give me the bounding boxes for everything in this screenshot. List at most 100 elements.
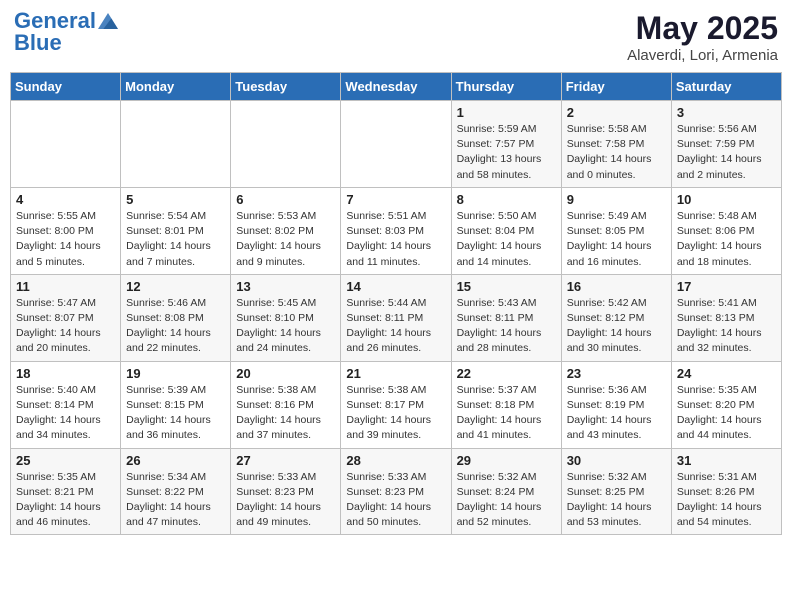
day-info: Sunrise: 5:51 AMSunset: 8:03 PMDaylight:…: [346, 209, 445, 270]
day-number: 1: [457, 105, 556, 120]
day-info: Sunrise: 5:39 AMSunset: 8:15 PMDaylight:…: [126, 383, 225, 444]
day-info: Sunrise: 5:41 AMSunset: 8:13 PMDaylight:…: [677, 296, 776, 357]
day-number: 28: [346, 453, 445, 468]
calendar-cell: 25 Sunrise: 5:35 AMSunset: 8:21 PMDayligh…: [11, 448, 121, 535]
day-info: Sunrise: 5:40 AMSunset: 8:14 PMDaylight:…: [16, 383, 115, 444]
calendar-cell: 24Sunrise: 5:35 AMSunset: 8:20 PMDayligh…: [671, 361, 781, 448]
calendar-cell: [341, 101, 451, 188]
calendar-cell: [11, 101, 121, 188]
day-info: Sunrise: 5:38 AMSunset: 8:17 PMDaylight:…: [346, 383, 445, 444]
logo-blue: Blue: [14, 32, 62, 54]
day-number: 24: [677, 366, 776, 381]
day-number: 2: [567, 105, 666, 120]
day-info: Sunrise: 5:37 AMSunset: 8:18 PMDaylight:…: [457, 383, 556, 444]
day-number: 9: [567, 192, 666, 207]
day-number: 13: [236, 279, 335, 294]
day-number: 25: [16, 453, 115, 468]
day-info: Sunrise: 5:33 AMSunset: 8:23 PMDaylight:…: [236, 470, 335, 531]
calendar-col-wednesday: Wednesday: [341, 73, 451, 101]
day-info: Sunrise: 5:33 AMSunset: 8:23 PMDaylight:…: [346, 470, 445, 531]
day-number: 10: [677, 192, 776, 207]
calendar-cell: 22 Sunrise: 5:37 AMSunset: 8:18 PMDayligh…: [451, 361, 561, 448]
day-number: 3: [677, 105, 776, 120]
calendar-cell: 10 Sunrise: 5:48 AMSunset: 8:06 PMDayligh…: [671, 187, 781, 274]
day-info: Sunrise: 5:36 AMSunset: 8:19 PMDaylight:…: [567, 383, 666, 444]
calendar-cell: 18 Sunrise: 5:40 AMSunset: 8:14 PMDayligh…: [11, 361, 121, 448]
calendar-cell: 6 Sunrise: 5:53 AMSunset: 8:02 PMDaylight…: [231, 187, 341, 274]
calendar-cell: [231, 101, 341, 188]
calendar-week-row: 18 Sunrise: 5:40 AMSunset: 8:14 PMDayligh…: [11, 361, 782, 448]
calendar-cell: 19 Sunrise: 5:39 AMSunset: 8:15 PMDayligh…: [121, 361, 231, 448]
day-number: 31: [677, 453, 776, 468]
calendar-cell: 8 Sunrise: 5:50 AMSunset: 8:04 PMDaylight…: [451, 187, 561, 274]
day-number: 11: [16, 279, 115, 294]
day-number: 18: [16, 366, 115, 381]
calendar-col-friday: Friday: [561, 73, 671, 101]
day-number: 23: [567, 366, 666, 381]
calendar-cell: 3 Sunrise: 5:56 AMSunset: 7:59 PMDaylight…: [671, 101, 781, 188]
calendar-cell: 21 Sunrise: 5:38 AMSunset: 8:17 PMDayligh…: [341, 361, 451, 448]
day-info: Sunrise: 5:50 AMSunset: 8:04 PMDaylight:…: [457, 209, 556, 270]
day-info: Sunrise: 5:48 AMSunset: 8:06 PMDaylight:…: [677, 209, 776, 270]
calendar-cell: 30 Sunrise: 5:32 AMSunset: 8:25 PMDayligh…: [561, 448, 671, 535]
day-info: Sunrise: 5:55 AMSunset: 8:00 PMDaylight:…: [16, 209, 115, 270]
day-number: 22: [457, 366, 556, 381]
calendar-cell: 7 Sunrise: 5:51 AMSunset: 8:03 PMDaylight…: [341, 187, 451, 274]
page-header: General Blue May 2025 Alaverdi, Lori, Ar…: [10, 10, 782, 64]
calendar-cell: 26Sunrise: 5:34 AMSunset: 8:22 PMDayligh…: [121, 448, 231, 535]
day-info: Sunrise: 5:49 AMSunset: 8:05 PMDaylight:…: [567, 209, 666, 270]
calendar-cell: 12Sunrise: 5:46 AMSunset: 8:08 PMDayligh…: [121, 274, 231, 361]
day-info: Sunrise: 5:58 AMSunset: 7:58 PMDaylight:…: [567, 122, 666, 183]
calendar-cell: 11Sunrise: 5:47 AMSunset: 8:07 PMDayligh…: [11, 274, 121, 361]
day-number: 21: [346, 366, 445, 381]
day-number: 27: [236, 453, 335, 468]
calendar-week-row: 11Sunrise: 5:47 AMSunset: 8:07 PMDayligh…: [11, 274, 782, 361]
day-info: Sunrise: 5:56 AMSunset: 7:59 PMDaylight:…: [677, 122, 776, 183]
day-info: Sunrise: 5:46 AMSunset: 8:08 PMDaylight:…: [126, 296, 225, 357]
logo: General Blue: [14, 10, 118, 54]
day-number: 6: [236, 192, 335, 207]
day-number: 29: [457, 453, 556, 468]
day-number: 5: [126, 192, 225, 207]
calendar-cell: 5Sunrise: 5:54 AMSunset: 8:01 PMDaylight…: [121, 187, 231, 274]
day-number: 19: [126, 366, 225, 381]
calendar-cell: 14Sunrise: 5:44 AMSunset: 8:11 PMDayligh…: [341, 274, 451, 361]
day-info: Sunrise: 5:31 AMSunset: 8:26 PMDaylight:…: [677, 470, 776, 531]
calendar-col-tuesday: Tuesday: [231, 73, 341, 101]
logo-icon: [98, 11, 118, 31]
day-info: Sunrise: 5:32 AMSunset: 8:24 PMDaylight:…: [457, 470, 556, 531]
calendar-cell: 2 Sunrise: 5:58 AMSunset: 7:58 PMDaylight…: [561, 101, 671, 188]
calendar-col-monday: Monday: [121, 73, 231, 101]
day-number: 30: [567, 453, 666, 468]
calendar-cell: 16Sunrise: 5:42 AMSunset: 8:12 PMDayligh…: [561, 274, 671, 361]
calendar-cell: 23 Sunrise: 5:36 AMSunset: 8:19 PMDayligh…: [561, 361, 671, 448]
day-info: Sunrise: 5:53 AMSunset: 8:02 PMDaylight:…: [236, 209, 335, 270]
calendar-header-row: SundayMondayTuesdayWednesdayThursdayFrid…: [11, 73, 782, 101]
calendar-cell: 27 Sunrise: 5:33 AMSunset: 8:23 PMDayligh…: [231, 448, 341, 535]
logo-text: General: [14, 10, 96, 32]
day-number: 15: [457, 279, 556, 294]
day-info: Sunrise: 5:43 AMSunset: 8:11 PMDaylight:…: [457, 296, 556, 357]
title-block: May 2025 Alaverdi, Lori, Armenia: [627, 10, 778, 64]
day-number: 17: [677, 279, 776, 294]
calendar-body: 1Sunrise: 5:59 AMSunset: 7:57 PMDaylight…: [11, 101, 782, 535]
day-number: 4: [16, 192, 115, 207]
calendar-cell: 31 Sunrise: 5:31 AMSunset: 8:26 PMDayligh…: [671, 448, 781, 535]
calendar-col-thursday: Thursday: [451, 73, 561, 101]
calendar-cell: 29 Sunrise: 5:32 AMSunset: 8:24 PMDayligh…: [451, 448, 561, 535]
subtitle: Alaverdi, Lori, Armenia: [627, 47, 778, 64]
day-number: 8: [457, 192, 556, 207]
day-number: 7: [346, 192, 445, 207]
calendar-cell: 9 Sunrise: 5:49 AMSunset: 8:05 PMDaylight…: [561, 187, 671, 274]
day-info: Sunrise: 5:38 AMSunset: 8:16 PMDaylight:…: [236, 383, 335, 444]
day-info: Sunrise: 5:32 AMSunset: 8:25 PMDaylight:…: [567, 470, 666, 531]
calendar-week-row: 25 Sunrise: 5:35 AMSunset: 8:21 PMDayligh…: [11, 448, 782, 535]
calendar-cell: 17 Sunrise: 5:41 AMSunset: 8:13 PMDayligh…: [671, 274, 781, 361]
day-number: 16: [567, 279, 666, 294]
day-number: 20: [236, 366, 335, 381]
calendar-cell: 13 Sunrise: 5:45 AMSunset: 8:10 PMDayligh…: [231, 274, 341, 361]
calendar-cell: 20 Sunrise: 5:38 AMSunset: 8:16 PMDayligh…: [231, 361, 341, 448]
calendar-cell: 15 Sunrise: 5:43 AMSunset: 8:11 PMDayligh…: [451, 274, 561, 361]
day-info: Sunrise: 5:45 AMSunset: 8:10 PMDaylight:…: [236, 296, 335, 357]
day-info: Sunrise: 5:35 AMSunset: 8:21 PMDaylight:…: [16, 470, 115, 531]
